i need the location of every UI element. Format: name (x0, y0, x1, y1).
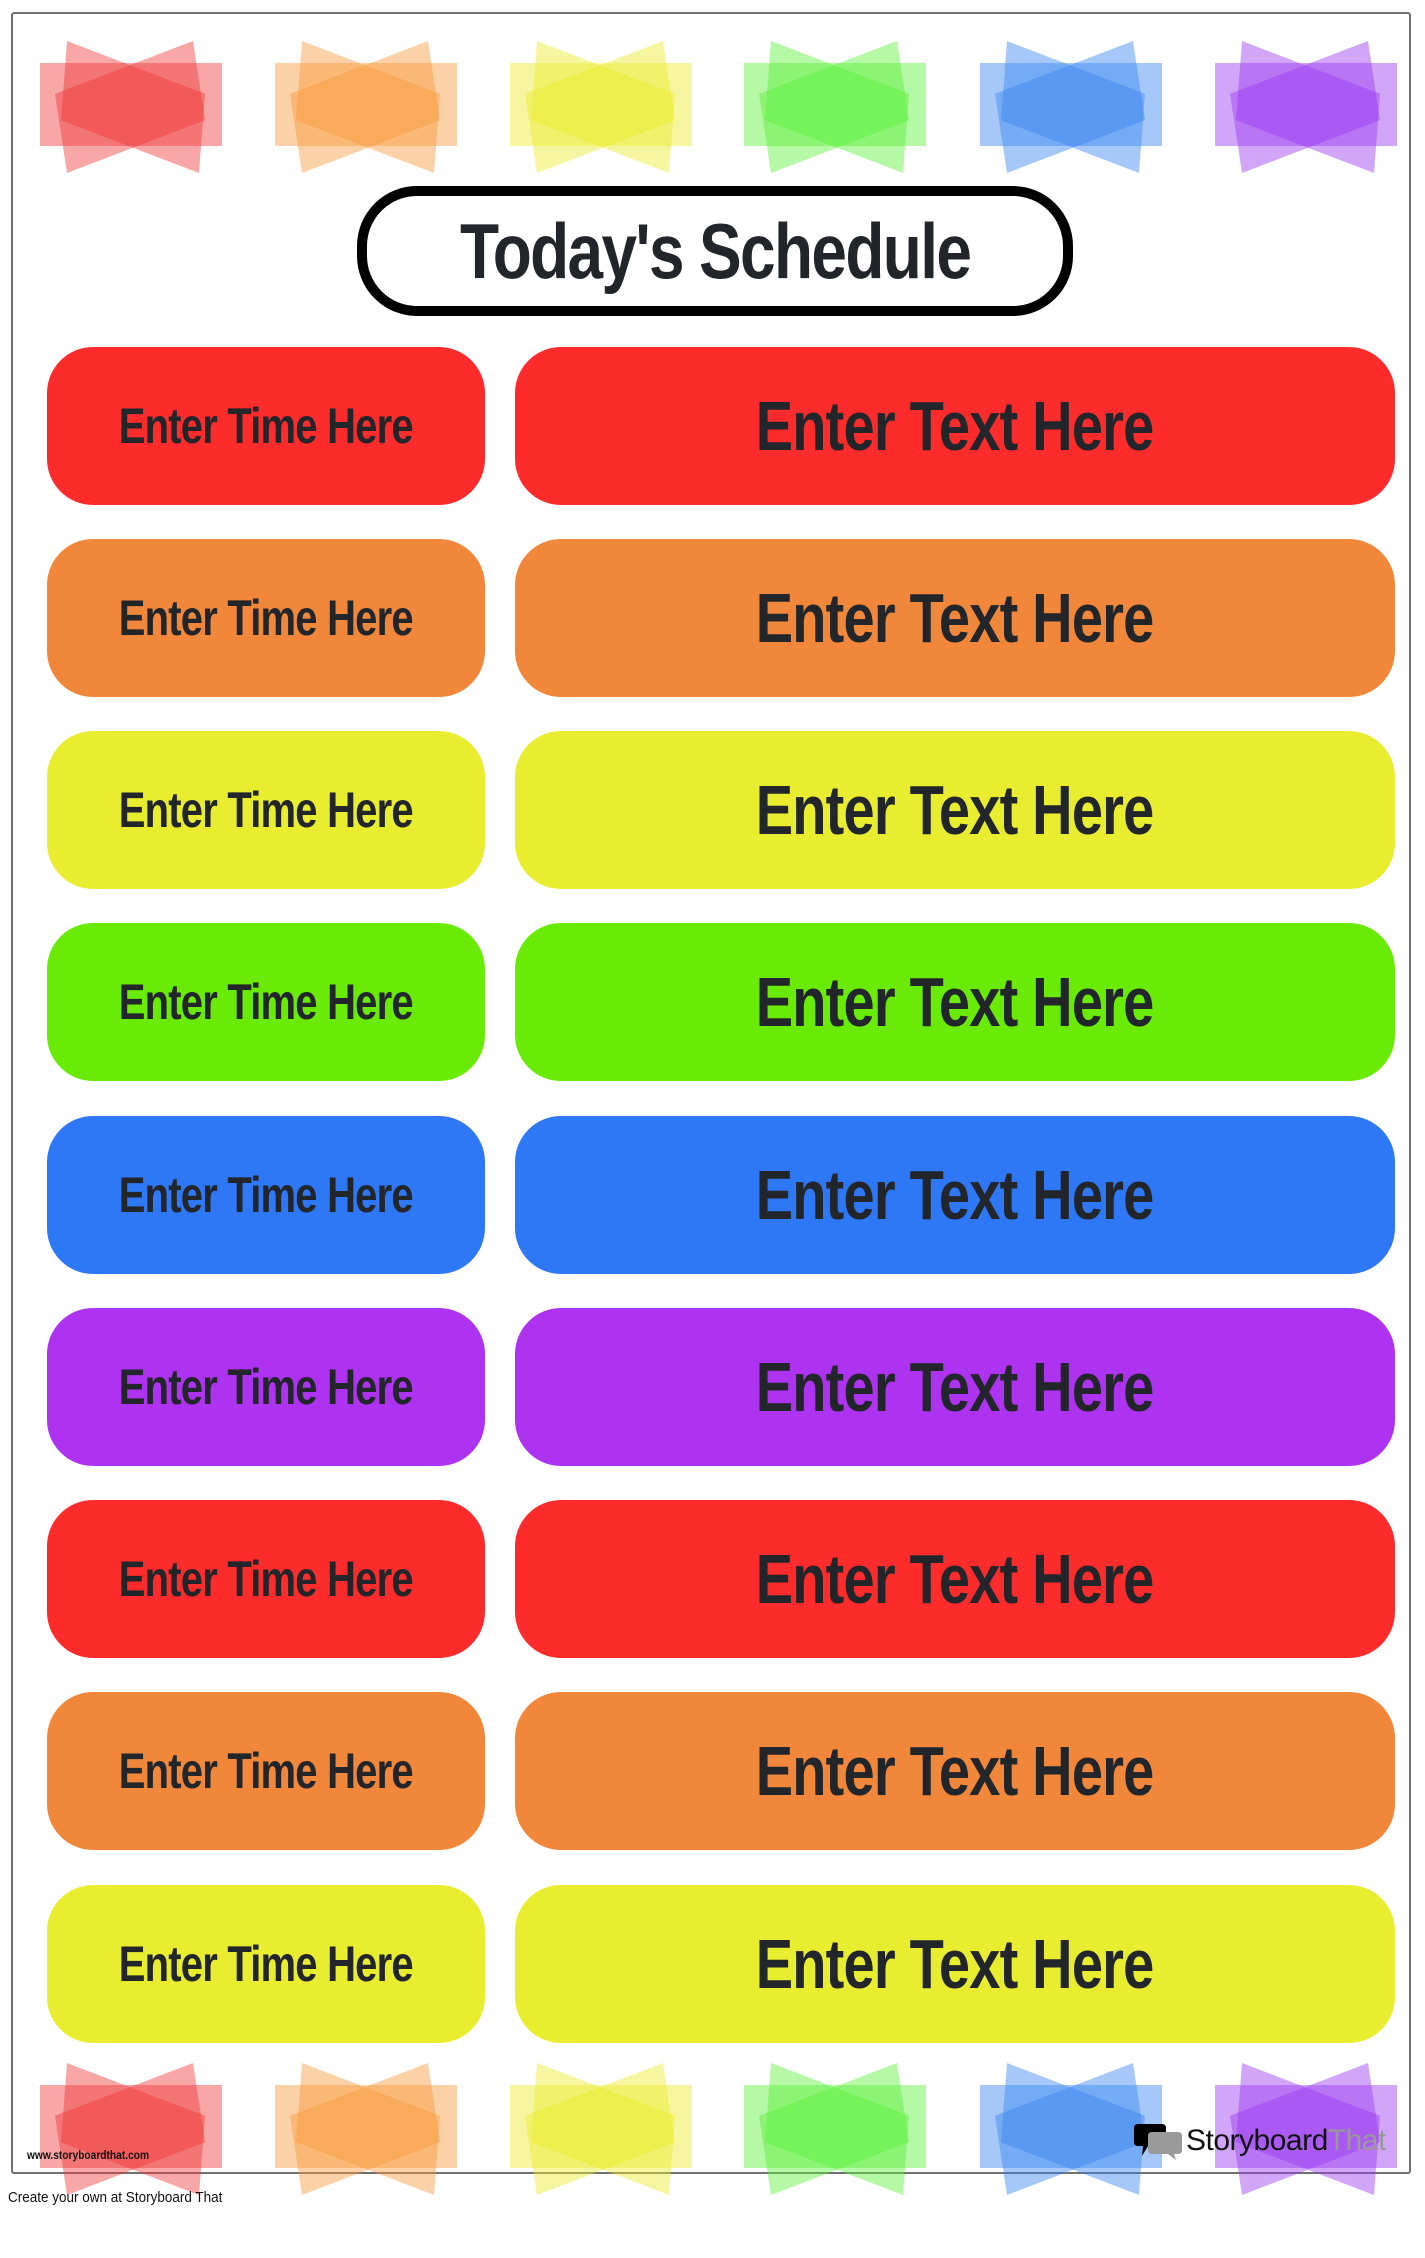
time-label: Enter Time Here (118, 1167, 414, 1223)
time-field[interactable]: Enter Time Here (47, 923, 485, 1081)
activity-field[interactable]: Enter Text Here (515, 539, 1395, 697)
site-url: www.storyboardthat.com (27, 2148, 150, 2162)
activity-field[interactable]: Enter Text Here (515, 1116, 1395, 1274)
decor-tape (980, 36, 1162, 178)
decor-tape (275, 2058, 457, 2200)
time-label: Enter Time Here (118, 1551, 414, 1607)
time-label: Enter Time Here (118, 1359, 414, 1415)
time-field[interactable]: Enter Time Here (47, 731, 485, 889)
speech-bubbles-icon (1134, 2124, 1182, 2160)
decor-tape (275, 36, 457, 178)
activity-label: Enter Text Here (756, 1732, 1155, 1810)
brand-name: Storyboard (1186, 2124, 1328, 2157)
activity-label: Enter Text Here (756, 1348, 1155, 1426)
activity-label: Enter Text Here (756, 1540, 1155, 1618)
time-field[interactable]: Enter Time Here (47, 539, 485, 697)
activity-label: Enter Text Here (756, 387, 1155, 465)
time-label: Enter Time Here (118, 398, 414, 454)
activity-field[interactable]: Enter Text Here (515, 347, 1395, 505)
activity-label: Enter Text Here (756, 771, 1155, 849)
decor-tape (1215, 36, 1397, 178)
decor-tape (510, 36, 692, 178)
activity-label: Enter Text Here (756, 1925, 1155, 2003)
time-label: Enter Time Here (118, 782, 414, 838)
storyboardthat-logo: Storyboard That (1134, 2122, 1386, 2160)
decor-tape (744, 36, 926, 178)
time-field[interactable]: Enter Time Here (47, 347, 485, 505)
create-your-own-link[interactable]: Create your own at Storyboard That (8, 2189, 222, 2206)
time-field[interactable]: Enter Time Here (47, 1116, 485, 1274)
activity-label: Enter Text Here (756, 963, 1155, 1041)
time-field[interactable]: Enter Time Here (47, 1692, 485, 1850)
decor-tape (40, 2058, 222, 2200)
activity-label: Enter Text Here (756, 579, 1155, 657)
activity-field[interactable]: Enter Text Here (515, 1885, 1395, 2043)
decor-tape (40, 36, 222, 178)
activity-field[interactable]: Enter Text Here (515, 1308, 1395, 1466)
page-title: Today's Schedule (459, 206, 972, 295)
time-label: Enter Time Here (118, 590, 414, 646)
activity-field[interactable]: Enter Text Here (515, 731, 1395, 889)
time-label: Enter Time Here (118, 974, 414, 1030)
decor-tape (510, 2058, 692, 2200)
activity-field[interactable]: Enter Text Here (515, 923, 1395, 1081)
time-label: Enter Time Here (118, 1936, 414, 1992)
time-field[interactable]: Enter Time Here (47, 1885, 485, 2043)
time-field[interactable]: Enter Time Here (47, 1500, 485, 1658)
brand-name-suffix: That (1327, 2124, 1387, 2157)
activity-field[interactable]: Enter Text Here (515, 1692, 1395, 1850)
activity-label: Enter Text Here (756, 1156, 1155, 1234)
title-banner: Today's Schedule (357, 186, 1073, 316)
time-field[interactable]: Enter Time Here (47, 1308, 485, 1466)
activity-field[interactable]: Enter Text Here (515, 1500, 1395, 1658)
time-label: Enter Time Here (118, 1743, 414, 1799)
decor-tape (744, 2058, 926, 2200)
